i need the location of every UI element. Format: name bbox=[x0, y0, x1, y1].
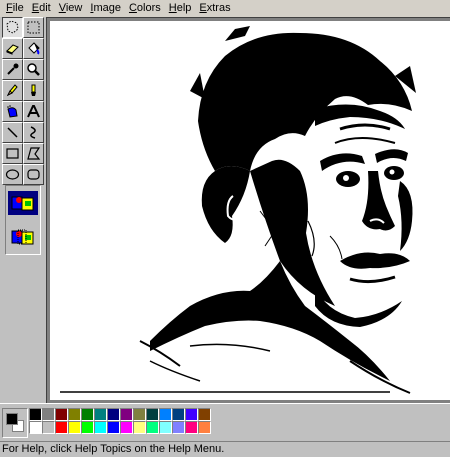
menu-edit[interactable]: Edit bbox=[28, 0, 55, 17]
rounded-rectangle-tool[interactable] bbox=[23, 164, 44, 185]
palette-swatch[interactable] bbox=[172, 421, 185, 434]
palette-swatch[interactable] bbox=[185, 421, 198, 434]
menu-help[interactable]: Help bbox=[165, 0, 196, 17]
free-form-select-tool[interactable] bbox=[2, 17, 23, 38]
palette-swatch[interactable] bbox=[198, 408, 211, 421]
palette-swatch[interactable] bbox=[55, 408, 68, 421]
tool-grid bbox=[2, 17, 44, 185]
palette-swatch[interactable] bbox=[120, 421, 133, 434]
current-colors[interactable] bbox=[2, 408, 28, 438]
palette-swatch[interactable] bbox=[120, 408, 133, 421]
brush-tool[interactable] bbox=[23, 80, 44, 101]
magnifier-tool-icon bbox=[27, 63, 40, 76]
pencil-tool-icon bbox=[6, 84, 18, 97]
menu-bar: File Edit View Image Colors Help Extras bbox=[0, 0, 450, 17]
palette-swatch[interactable] bbox=[172, 408, 185, 421]
rounded-rectangle-tool-icon bbox=[27, 169, 40, 180]
fill-tool[interactable] bbox=[23, 38, 44, 59]
eraser-tool[interactable] bbox=[2, 38, 23, 59]
menu-file[interactable]: File bbox=[2, 0, 28, 17]
select-tool-icon bbox=[27, 21, 40, 34]
pencil-tool[interactable] bbox=[2, 80, 23, 101]
palette-swatch[interactable] bbox=[146, 421, 159, 434]
palette-swatch[interactable] bbox=[81, 421, 94, 434]
palette-swatch[interactable] bbox=[29, 408, 42, 421]
palette-swatch[interactable] bbox=[94, 421, 107, 434]
transparent-selection-icon bbox=[11, 229, 34, 245]
magnifier-tool[interactable] bbox=[23, 59, 44, 80]
rectangle-tool-icon bbox=[6, 148, 19, 159]
palette-swatch[interactable] bbox=[185, 408, 198, 421]
palette-swatch[interactable] bbox=[68, 408, 81, 421]
ellipse-tool[interactable] bbox=[2, 164, 23, 185]
palette-swatch[interactable] bbox=[107, 421, 120, 434]
text-tool-icon bbox=[27, 105, 40, 118]
pick-color-tool-icon bbox=[7, 63, 19, 75]
menu-colors[interactable]: Colors bbox=[125, 0, 165, 17]
status-bar: For Help, click Help Topics on the Help … bbox=[0, 441, 450, 457]
color-palette bbox=[29, 408, 211, 434]
color-box bbox=[0, 403, 450, 441]
pick-color-tool[interactable] bbox=[2, 59, 23, 80]
polygon-tool-icon bbox=[27, 147, 41, 160]
transparent-selection-option[interactable] bbox=[8, 225, 38, 249]
palette-swatch[interactable] bbox=[68, 421, 81, 434]
airbrush-tool-icon bbox=[7, 105, 18, 118]
palette-swatch[interactable] bbox=[198, 421, 211, 434]
status-text: For Help, click Help Topics on the Help … bbox=[2, 443, 225, 455]
brush-tool-icon bbox=[31, 84, 36, 96]
airbrush-tool[interactable] bbox=[2, 101, 23, 122]
palette-swatch[interactable] bbox=[146, 408, 159, 421]
drawing-canvas[interactable] bbox=[50, 21, 450, 400]
menu-image[interactable]: Image bbox=[86, 0, 125, 17]
palette-swatch[interactable] bbox=[94, 408, 107, 421]
palette-swatch[interactable] bbox=[81, 408, 94, 421]
canvas-area[interactable] bbox=[46, 17, 450, 403]
line-tool[interactable] bbox=[2, 122, 23, 143]
curve-tool-icon bbox=[30, 126, 36, 139]
ellipse-tool-icon bbox=[5, 169, 20, 180]
palette-swatch[interactable] bbox=[133, 421, 146, 434]
menu-view[interactable]: View bbox=[55, 0, 87, 17]
line-tool-icon bbox=[7, 127, 18, 138]
palette-swatch[interactable] bbox=[133, 408, 146, 421]
palette-swatch[interactable] bbox=[55, 421, 68, 434]
tool-box bbox=[0, 17, 46, 403]
menu-extras[interactable]: Extras bbox=[195, 0, 234, 17]
curve-tool[interactable] bbox=[23, 122, 44, 143]
palette-swatch[interactable] bbox=[159, 421, 172, 434]
text-tool[interactable] bbox=[23, 101, 44, 122]
select-tool[interactable] bbox=[23, 17, 44, 38]
palette-swatch[interactable] bbox=[42, 421, 55, 434]
palette-swatch[interactable] bbox=[29, 421, 42, 434]
palette-swatch[interactable] bbox=[159, 408, 172, 421]
eraser-tool-icon bbox=[6, 44, 19, 55]
opaque-selection-icon bbox=[11, 196, 34, 211]
portrait-drawing bbox=[60, 26, 416, 394]
tool-options bbox=[5, 185, 41, 255]
free-form-select-tool-icon bbox=[6, 20, 19, 34]
palette-swatch[interactable] bbox=[107, 408, 120, 421]
polygon-tool[interactable] bbox=[23, 143, 44, 164]
rectangle-tool[interactable] bbox=[2, 143, 23, 164]
palette-swatch[interactable] bbox=[42, 408, 55, 421]
foreground-color bbox=[6, 413, 18, 425]
fill-tool-icon bbox=[28, 42, 40, 55]
opaque-selection-option[interactable] bbox=[8, 191, 38, 215]
